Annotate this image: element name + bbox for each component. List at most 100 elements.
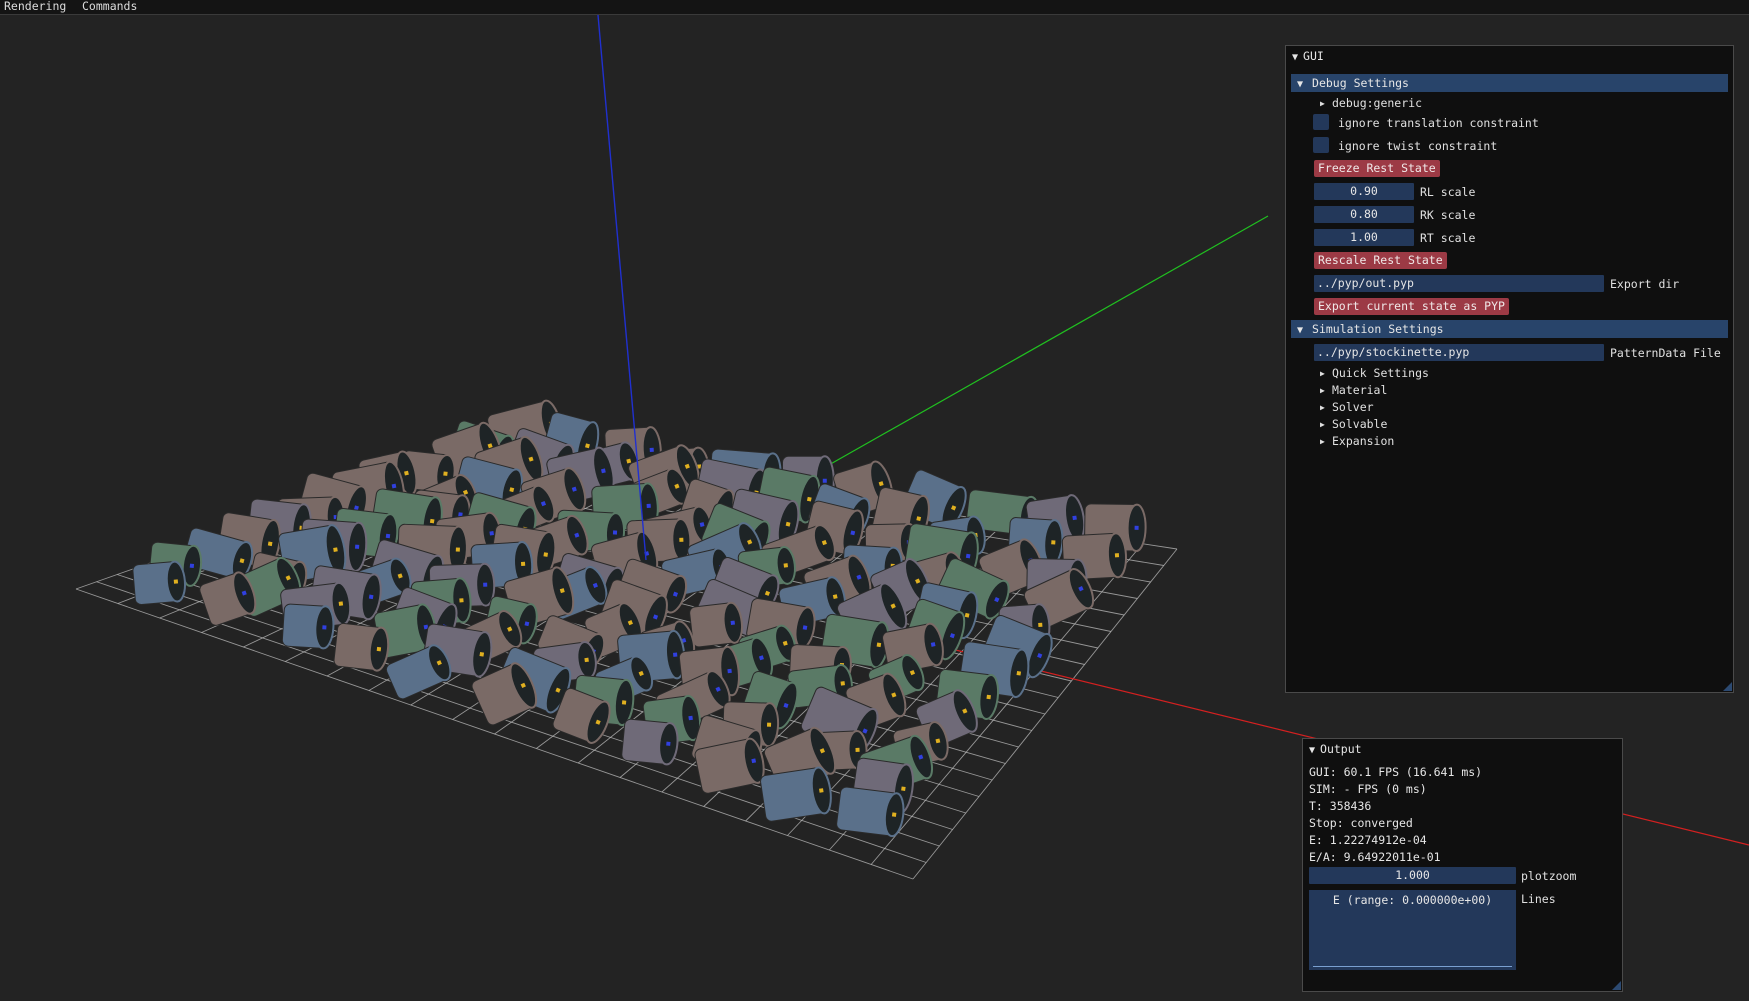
energy-text: E: 1.22274912e-04 xyxy=(1309,833,1427,847)
energy-plot[interactable]: E (range: 0.000000e+00) xyxy=(1309,890,1516,970)
output-window: ▼ Output GUI: 60.1 FPS (16.641 ms) SIM: -… xyxy=(1302,738,1623,992)
solvable-node[interactable]: ▶ Solvable xyxy=(1320,417,1387,432)
export-pyp-button[interactable]: Export current state as PYP xyxy=(1314,298,1509,315)
node-marker xyxy=(649,447,654,452)
node-marker xyxy=(376,646,382,652)
rescale-rest-state-button[interactable]: Rescale Rest State xyxy=(1314,252,1447,269)
node-marker xyxy=(385,533,391,539)
menu-rendering[interactable]: Rendering xyxy=(4,0,66,13)
node-marker xyxy=(543,552,549,557)
menu-commands[interactable]: Commands xyxy=(82,0,137,13)
node-marker xyxy=(1072,515,1077,521)
yarn-segment xyxy=(621,718,679,766)
plot-line xyxy=(1313,966,1512,967)
collapse-icon: ▼ xyxy=(1309,745,1316,756)
collapse-icon: ▼ xyxy=(1297,79,1304,90)
node-marker xyxy=(855,747,860,752)
resize-grip-icon[interactable] xyxy=(1612,981,1621,990)
node-marker xyxy=(267,541,273,547)
gui-window: ▼ GUI ▼ Debug Settings ▶ debug:generic igno… xyxy=(1285,45,1734,693)
gui-fps-text: GUI: 60.1 FPS (16.641 ms) xyxy=(1309,765,1483,779)
debug-settings-header[interactable]: ▼ Debug Settings xyxy=(1291,74,1728,92)
rk-scale-input[interactable]: 0.80 xyxy=(1314,206,1414,223)
node-marker xyxy=(806,496,812,502)
simulation-settings-header[interactable]: ▼ Simulation Settings xyxy=(1291,320,1728,338)
expansion-label: Expansion xyxy=(1332,434,1395,448)
node-marker xyxy=(173,579,179,584)
node-marker xyxy=(354,544,360,549)
node-marker xyxy=(322,625,327,630)
material-label: Material xyxy=(1332,383,1388,397)
node-marker xyxy=(901,786,906,791)
node-marker xyxy=(688,715,693,721)
expand-arrow-icon: ▶ xyxy=(1320,369,1325,378)
ignore-translation-checkbox[interactable] xyxy=(1313,114,1329,130)
node-marker xyxy=(679,537,684,542)
node-marker xyxy=(429,518,435,524)
node-marker xyxy=(1051,540,1056,545)
node-marker xyxy=(666,741,671,746)
gui-title-text: GUI xyxy=(1303,49,1324,63)
resize-grip-icon[interactable] xyxy=(1723,682,1732,691)
quick-settings-label: Quick Settings xyxy=(1332,366,1429,380)
expand-arrow-icon: ▶ xyxy=(1320,386,1325,395)
node-marker xyxy=(822,478,827,483)
axis-y-line xyxy=(819,215,1269,471)
node-marker xyxy=(986,694,991,700)
ignore-translation-label: ignore translation constraint xyxy=(1338,116,1539,130)
export-dir-input[interactable]: ../pyp/out.pyp xyxy=(1314,275,1604,292)
rl-scale-input[interactable]: 0.90 xyxy=(1314,183,1414,200)
energy-per-area-text: E/A: 9.64922011e-01 xyxy=(1309,850,1441,864)
yarn-segment xyxy=(281,603,335,650)
node-marker xyxy=(1134,525,1139,530)
node-marker xyxy=(391,483,397,489)
node-marker xyxy=(751,758,757,764)
output-window-title[interactable]: ▼ Output xyxy=(1309,742,1362,756)
quick-settings-node[interactable]: ▶ Quick Settings xyxy=(1320,366,1429,381)
solver-node[interactable]: ▶ Solver xyxy=(1320,400,1374,415)
node-marker xyxy=(483,582,488,587)
debug-generic-label: debug:generic xyxy=(1332,96,1423,110)
node-marker xyxy=(1038,622,1043,627)
node-marker xyxy=(489,531,494,536)
simulation-settings-label: Simulation Settings xyxy=(1312,322,1444,336)
node-marker xyxy=(479,652,485,657)
material-node[interactable]: ▶ Material xyxy=(1320,383,1387,398)
plot-title: E (range: 0.000000e+00) xyxy=(1332,893,1493,907)
debug-generic-node[interactable]: ▶ debug:generic xyxy=(1320,96,1422,111)
plotzoom-input[interactable]: 1.000 xyxy=(1309,867,1516,884)
node-marker xyxy=(189,563,195,569)
node-marker xyxy=(621,700,627,705)
node-marker xyxy=(1114,553,1120,558)
pattern-data-input[interactable]: ../pyp/stockinette.pyp xyxy=(1314,344,1604,361)
node-marker xyxy=(584,657,589,663)
freeze-rest-state-button[interactable]: Freeze Rest State xyxy=(1314,160,1440,177)
yarn-segment xyxy=(836,786,905,838)
node-marker xyxy=(730,620,736,626)
gui-window-title[interactable]: ▼ GUI xyxy=(1292,49,1324,63)
node-marker xyxy=(819,788,824,793)
rt-scale-label: RT scale xyxy=(1420,231,1476,245)
node-marker xyxy=(1016,671,1022,676)
node-marker xyxy=(368,594,374,600)
expand-arrow-icon: ▶ xyxy=(1320,437,1325,446)
ignore-twist-checkbox[interactable] xyxy=(1313,137,1329,153)
stop-status-text: Stop: converged xyxy=(1309,816,1413,830)
plotzoom-label: plotzoom xyxy=(1521,869,1577,883)
node-marker xyxy=(783,563,788,568)
sim-fps-text: SIM: - FPS (0 ms) xyxy=(1309,782,1427,796)
expansion-node[interactable]: ▶ Expansion xyxy=(1320,434,1394,449)
output-title-text: Output xyxy=(1320,742,1362,756)
node-marker xyxy=(338,601,344,606)
rt-scale-input[interactable]: 1.00 xyxy=(1314,229,1414,246)
node-marker xyxy=(459,598,464,603)
yarn-segment xyxy=(760,766,832,822)
yarn-segment xyxy=(132,560,187,605)
node-marker xyxy=(673,652,678,657)
node-marker xyxy=(965,553,971,559)
node-marker xyxy=(930,642,936,647)
yarn-segment xyxy=(333,622,390,672)
node-marker xyxy=(612,530,618,535)
node-marker xyxy=(443,471,448,476)
collapse-icon: ▼ xyxy=(1297,325,1304,336)
